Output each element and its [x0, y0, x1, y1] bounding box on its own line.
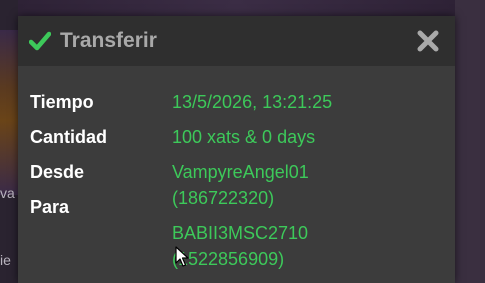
to-username[interactable]: BABII3MSC2710	[172, 222, 308, 244]
background-logo-art	[0, 30, 18, 195]
time-label: Tiempo	[30, 92, 94, 112]
dialog-title: Transferir	[60, 29, 157, 52]
check-icon	[28, 30, 52, 52]
background-right-panel	[455, 0, 485, 283]
close-icon[interactable]	[416, 29, 440, 53]
amount-label: Cantidad	[30, 127, 108, 147]
amount-value: 100 xats & 0 days	[172, 127, 316, 147]
from-username[interactable]: VampyreAngel01	[172, 161, 309, 183]
from-user-id: (186722320)	[172, 188, 275, 208]
from-label: Desde	[30, 162, 85, 182]
background-top-banner	[18, 0, 455, 16]
to-label: Para	[30, 197, 70, 217]
dialog-header: Transferir	[18, 16, 455, 66]
mouse-cursor-icon	[175, 246, 189, 268]
transfer-dialog: Transferir Tiempo 13/5/2026, 13:21:25 Ca…	[18, 16, 455, 283]
background-text: va	[0, 185, 15, 201]
time-value: 13/5/2026, 13:21:25	[172, 92, 333, 112]
background-text: ie	[0, 252, 11, 268]
